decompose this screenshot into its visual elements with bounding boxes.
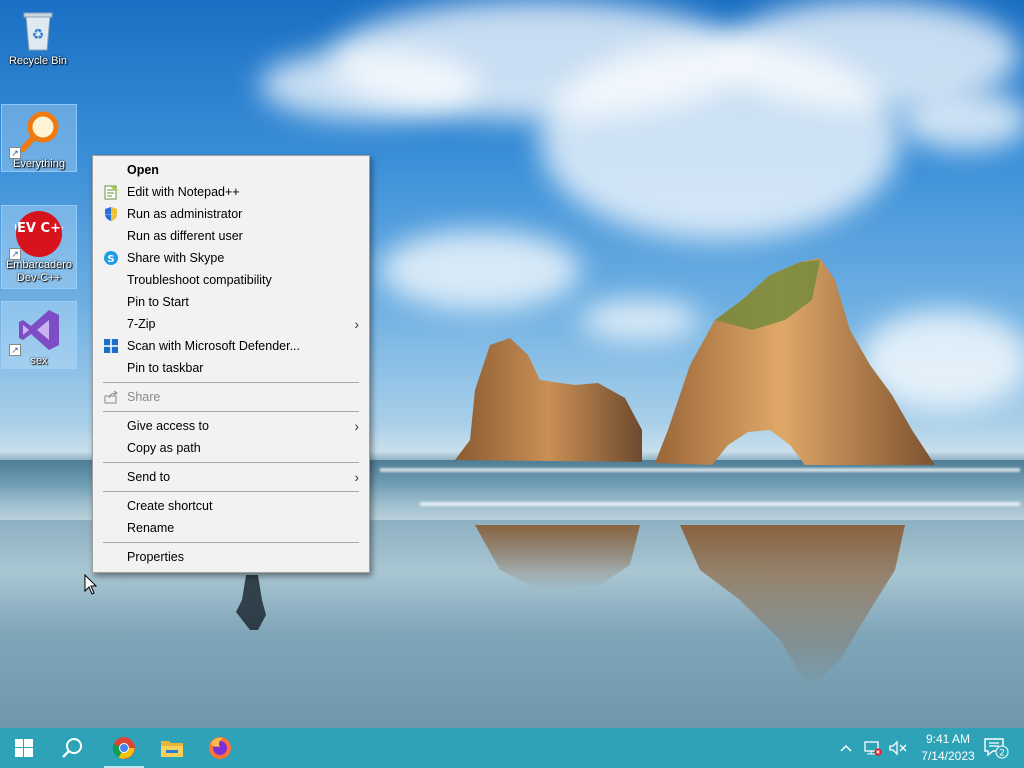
start-button[interactable] xyxy=(0,728,48,768)
menu-item-label: Copy as path xyxy=(127,441,201,455)
menu-item-label: 7-Zip xyxy=(127,317,156,331)
skype-icon: S xyxy=(103,250,119,266)
desktop-icon-dev-cpp[interactable]: DEV C++ ↗ Embarcadero Dev-C++ xyxy=(1,205,77,289)
folder-icon xyxy=(161,741,183,757)
svg-text:S: S xyxy=(107,254,114,265)
menu-item-open[interactable]: Open xyxy=(93,159,369,181)
svg-text:♻: ♻ xyxy=(32,27,45,43)
action-center-button[interactable]: 2 xyxy=(978,728,1014,768)
menu-item-run-as-different-user[interactable]: Run as different user xyxy=(93,225,369,247)
shortcut-arrow-icon: ↗ xyxy=(9,147,21,159)
desktop-icon-label: Everything xyxy=(13,158,65,170)
menu-item-label: Pin to Start xyxy=(127,295,189,309)
notepad-plus-plus-icon xyxy=(103,184,119,200)
network-button[interactable] xyxy=(860,728,884,768)
menu-item-label: Run as different user xyxy=(127,229,243,243)
shortcut-arrow-icon: ↗ xyxy=(9,248,21,260)
desktop[interactable]: ♻ Recycle Bin ↗ Everything DEV C++ ↗ Emb… xyxy=(0,0,1024,728)
chevron-right-icon: › xyxy=(354,316,359,332)
menu-item-label: Edit with Notepad++ xyxy=(127,185,240,199)
menu-item-label: Give access to xyxy=(127,419,209,433)
chrome-icon xyxy=(112,737,135,759)
firefox-button[interactable] xyxy=(196,728,244,768)
uac-shield-icon xyxy=(103,206,119,222)
dev-cpp-icon: DEV C++ ↗ xyxy=(6,210,72,260)
search-button[interactable] xyxy=(48,728,96,768)
chevron-right-icon: › xyxy=(354,469,359,485)
menu-item-troubleshoot-compatibility[interactable]: Troubleshoot compatibility xyxy=(93,269,369,291)
notification-count-badge: 2 xyxy=(999,749,1005,759)
volume-muted-icon xyxy=(889,740,907,756)
everything-search-icon: ↗ xyxy=(9,109,63,159)
chevron-up-icon xyxy=(840,744,852,752)
menu-item-scan-with-defender[interactable]: Scan with Microsoft Defender... xyxy=(93,335,369,357)
menu-item-label: Run as administrator xyxy=(127,207,243,221)
firefox-icon xyxy=(209,737,231,759)
context-menu: Open Edit with Notepad++ Run as administ… xyxy=(92,155,370,573)
menu-item-share: Share xyxy=(93,386,369,408)
visual-studio-icon: ↗ xyxy=(9,306,63,356)
clock-date: 7/14/2023 xyxy=(921,749,975,763)
chrome-button[interactable] xyxy=(100,728,148,768)
menu-item-label: Create shortcut xyxy=(127,499,213,513)
menu-item-label: Open xyxy=(127,163,159,177)
menu-separator xyxy=(103,382,359,383)
windows-logo-icon xyxy=(15,739,33,757)
volume-button[interactable] xyxy=(886,728,910,768)
menu-item-properties[interactable]: Properties xyxy=(93,546,369,568)
clock-time: 9:41 AM xyxy=(925,732,971,746)
shortcut-arrow-icon: ↗ xyxy=(9,344,21,356)
defender-icon xyxy=(103,338,119,354)
taskbar: 9:41 AM 7/14/2023 2 xyxy=(0,728,1024,768)
desktop-icon-label: Embarcadero Dev-C++ xyxy=(5,259,73,284)
network-disconnected-icon xyxy=(864,741,882,756)
menu-item-label: Pin to taskbar xyxy=(127,361,204,375)
show-hidden-icons-button[interactable] xyxy=(836,728,856,768)
menu-item-rename[interactable]: Rename xyxy=(93,517,369,539)
menu-item-pin-to-taskbar[interactable]: Pin to taskbar xyxy=(93,357,369,379)
desktop-icon-recycle-bin[interactable]: ♻ Recycle Bin xyxy=(0,2,76,71)
menu-item-share-with-skype[interactable]: S Share with Skype xyxy=(93,247,369,269)
file-explorer-button[interactable] xyxy=(148,728,196,768)
menu-item-run-as-administrator[interactable]: Run as administrator xyxy=(93,203,369,225)
menu-separator xyxy=(103,542,359,543)
menu-item-label: Rename xyxy=(127,521,175,535)
desktop-icon-label: Recycle Bin xyxy=(8,55,68,67)
menu-item-give-access-to[interactable]: Give access to › xyxy=(93,415,369,437)
taskbar-clock[interactable]: 9:41 AM 7/14/2023 xyxy=(912,731,984,765)
mouse-cursor-icon xyxy=(84,574,98,595)
search-icon xyxy=(62,738,82,758)
menu-item-label: Scan with Microsoft Defender... xyxy=(127,339,300,353)
menu-item-edit-with-notepad-plus-plus[interactable]: Edit with Notepad++ xyxy=(93,181,369,203)
menu-separator xyxy=(103,411,359,412)
menu-item-send-to[interactable]: Send to › xyxy=(93,466,369,488)
menu-item-label: Share xyxy=(127,390,161,404)
menu-item-create-shortcut[interactable]: Create shortcut xyxy=(93,495,369,517)
chevron-right-icon: › xyxy=(354,418,359,434)
menu-separator xyxy=(103,491,359,492)
desktop-icon-label: sex xyxy=(30,355,48,367)
recycle-bin-icon: ♻ xyxy=(14,6,62,54)
menu-item-label: Share with Skype xyxy=(127,251,225,265)
menu-item-label: Properties xyxy=(127,550,184,564)
menu-item-7-zip[interactable]: 7-Zip › xyxy=(93,313,369,335)
menu-item-copy-as-path[interactable]: Copy as path xyxy=(93,437,369,459)
desktop-icon-everything[interactable]: ↗ Everything xyxy=(1,104,77,172)
dev-cpp-logo-text: DEV C++ xyxy=(15,221,63,236)
notification-icon: 2 xyxy=(984,738,1009,759)
menu-item-pin-to-start[interactable]: Pin to Start xyxy=(93,291,369,313)
share-icon xyxy=(103,389,119,405)
menu-separator xyxy=(103,462,359,463)
menu-item-label: Troubleshoot compatibility xyxy=(127,273,272,287)
desktop-icon-visual-studio[interactable]: ↗ sex xyxy=(1,301,77,369)
menu-item-label: Send to xyxy=(127,470,171,484)
